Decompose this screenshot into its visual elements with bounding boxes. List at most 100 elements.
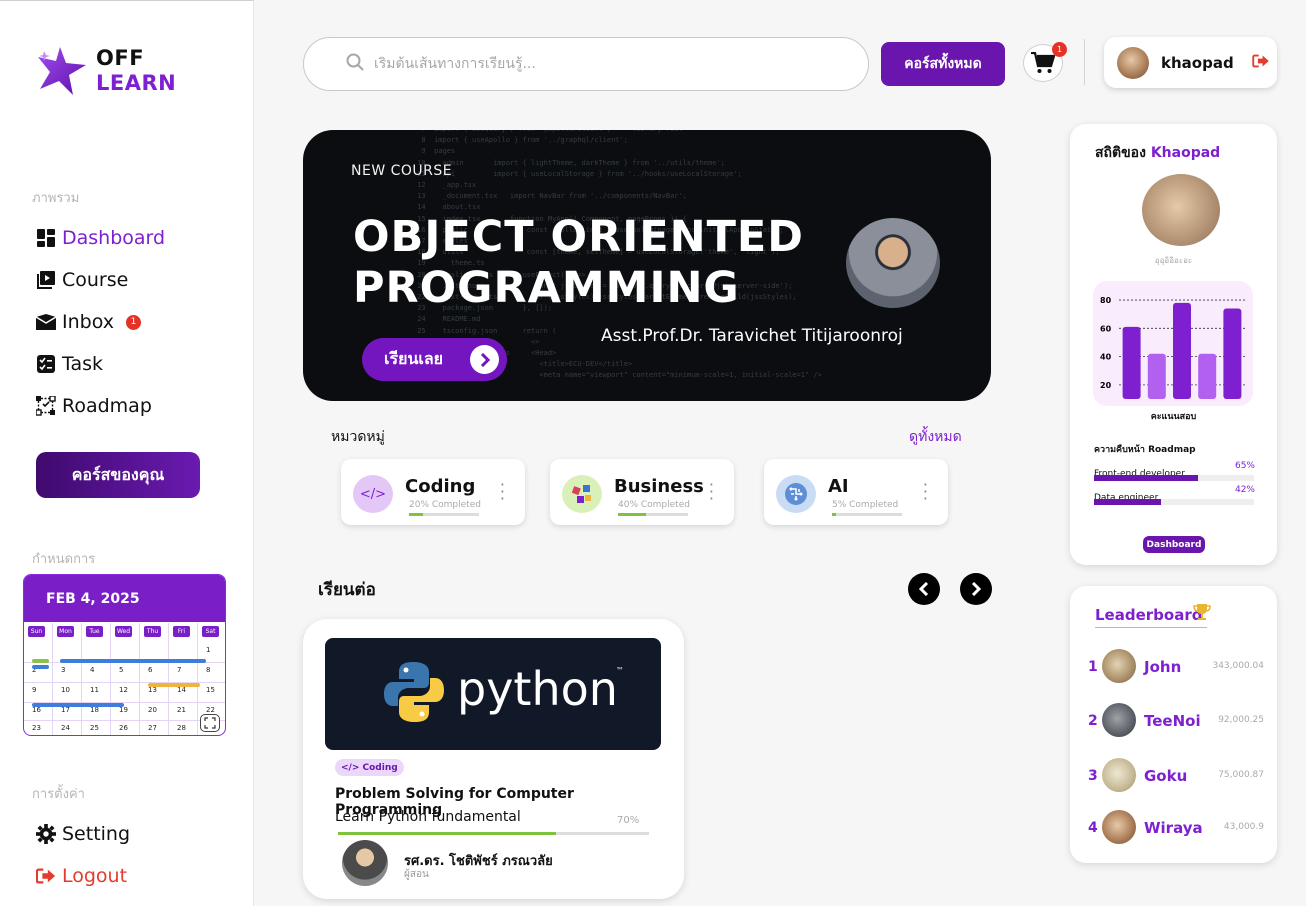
category-card-ai[interactable]: AI 5% Completed · · ·: [764, 459, 948, 525]
category-card-coding[interactable]: </> Coding 20% Completed · · ·: [341, 459, 525, 525]
hero-banner[interactable]: 7 import { useQuery } from '@apollo/clie…: [303, 130, 991, 401]
roadmap-progress-track: [1094, 499, 1254, 505]
calendar-day[interactable]: 24: [61, 724, 70, 732]
chart-y-tick-label: 60: [1100, 324, 1112, 333]
calendar-day[interactable]: 17: [61, 706, 70, 714]
category-card-business[interactable]: Business 40% Completed · · ·: [550, 459, 734, 525]
expand-icon[interactable]: [200, 714, 220, 732]
leaderboard-row[interactable]: 4 Wiraya 43,000.9: [1088, 810, 1268, 846]
logout-icon: [36, 866, 56, 886]
rank: 4: [1088, 820, 1098, 836]
dashboard-button[interactable]: Dashboard: [1143, 536, 1205, 553]
chart-bar[interactable]: [1122, 326, 1141, 399]
user-profile-chip[interactable]: khaopad: [1104, 37, 1277, 88]
chart-bar[interactable]: [1147, 353, 1166, 399]
roadmap-item[interactable]: Data engineer 42%: [1094, 485, 1255, 505]
rank: 1: [1088, 659, 1098, 675]
category-name: Coding: [405, 476, 476, 497]
calendar-day[interactable]: 21: [177, 706, 186, 714]
calendar-day[interactable]: 1: [206, 646, 210, 654]
chart-y-tick-label: 40: [1100, 353, 1112, 362]
calendar-event[interactable]: [32, 703, 124, 707]
search-input[interactable]: [374, 56, 834, 72]
previous-button[interactable]: [908, 573, 940, 605]
calendar-day[interactable]: 18: [90, 706, 99, 714]
nav-item-task[interactable]: Task: [36, 351, 103, 377]
calendar-day[interactable]: 16: [32, 706, 41, 714]
leaderboard-row[interactable]: 2 TeeNoi 92,000.25: [1088, 703, 1268, 739]
calendar-day[interactable]: 7: [177, 666, 181, 674]
calendar-day[interactable]: 10: [61, 686, 70, 694]
nav-label: Course: [62, 269, 129, 291]
calendar-day[interactable]: 9: [32, 686, 36, 694]
calendar-event[interactable]: [32, 665, 49, 669]
nav-item-setting[interactable]: Setting: [36, 821, 130, 847]
leaderboard-row[interactable]: 1 John 343,000.04: [1088, 649, 1268, 685]
nav-item-dashboard[interactable]: Dashboard: [36, 225, 165, 251]
player-name: TeeNoi: [1144, 712, 1201, 730]
leaderboard-row[interactable]: 3 Goku 75,000.87: [1088, 758, 1268, 794]
calendar-day[interactable]: 14: [177, 686, 186, 694]
category-progress-fill: [618, 513, 646, 516]
brand-logo[interactable]: OFF LEARN: [36, 43, 186, 99]
task-icon: [36, 354, 56, 374]
see-all-link[interactable]: ดูทั้งหมด: [909, 426, 962, 448]
course-progress-track: [338, 832, 649, 835]
calendar-day[interactable]: 12: [119, 686, 128, 694]
more-options-icon[interactable]: · · ·: [923, 477, 928, 507]
calendar-col-divider: [168, 623, 169, 735]
more-options-icon[interactable]: · · ·: [709, 477, 714, 507]
calendar-event[interactable]: [60, 659, 206, 663]
calendar-col-divider: [81, 623, 82, 735]
logout-icon[interactable]: [1251, 53, 1270, 72]
calendar-day[interactable]: 11: [90, 686, 99, 694]
more-options-icon[interactable]: · · ·: [500, 477, 505, 507]
next-button[interactable]: [960, 573, 992, 605]
all-courses-button[interactable]: คอร์สทั้งหมด: [881, 42, 1005, 86]
chart-bar[interactable]: [1198, 353, 1217, 399]
roadmap-item[interactable]: Front-end developer 65%: [1094, 461, 1255, 481]
weekday-label: Wed: [115, 626, 132, 637]
leaderboard-title: Leaderboard: [1095, 606, 1203, 624]
nav-item-course[interactable]: Course: [36, 267, 128, 293]
calendar-day[interactable]: 25: [90, 724, 99, 732]
calendar-day[interactable]: 3: [61, 666, 65, 674]
brand-line-2: LEARN: [96, 71, 177, 95]
calendar-day[interactable]: 8: [206, 666, 210, 674]
calendar-day[interactable]: 22: [206, 706, 215, 714]
code-icon: </>: [353, 475, 393, 513]
start-learning-button[interactable]: เรียนเลย: [362, 338, 507, 381]
category-progress-track: [832, 513, 902, 516]
calendar-day[interactable]: 20: [148, 706, 157, 714]
calendar-event[interactable]: [148, 683, 200, 687]
calendar-day[interactable]: 19: [119, 706, 128, 714]
nav-item-logout[interactable]: Logout: [36, 863, 127, 889]
nav-item-roadmap[interactable]: Roadmap: [36, 393, 152, 419]
player-name: Goku: [1144, 767, 1188, 785]
calendar-day[interactable]: 6: [148, 666, 152, 674]
chart-bar[interactable]: [1223, 308, 1242, 399]
search-bar[interactable]: [303, 37, 869, 91]
calendar-day[interactable]: 4: [90, 666, 94, 674]
calendar-day[interactable]: 28: [177, 724, 186, 732]
my-courses-button[interactable]: คอร์สของคุณ: [36, 452, 200, 498]
calendar-day[interactable]: 27: [148, 724, 157, 732]
overview-section-label: ภาพรวม: [32, 191, 80, 206]
calendar-day[interactable]: 23: [32, 724, 41, 732]
calendar-day[interactable]: 15: [206, 686, 215, 694]
score-bar-chart: 20 40 60 80: [1100, 296, 1245, 399]
calendar-widget[interactable]: FEB 4, 2025 Sun Mon Tue Wed Thu Fri Sat 123456…: [23, 574, 226, 736]
category-progress-text: 20% Completed: [409, 500, 481, 510]
calendar-day[interactable]: 13: [148, 686, 157, 694]
course-card[interactable]: python ™ </> Coding Problem Solving for …: [303, 619, 684, 899]
start-learning-label: เรียนเลย: [384, 349, 444, 368]
calendar-event[interactable]: [32, 659, 49, 663]
category-progress-track: [409, 513, 479, 516]
roadmap-progress-fill: [1094, 499, 1162, 505]
player-score: 343,000.04: [1212, 661, 1264, 671]
chart-bar[interactable]: [1173, 302, 1191, 399]
calendar-day[interactable]: 5: [119, 666, 123, 674]
course-category-tag[interactable]: </> Coding: [335, 759, 404, 776]
calendar-day[interactable]: 26: [119, 724, 128, 732]
nav-item-inbox[interactable]: Inbox 1: [36, 309, 141, 335]
